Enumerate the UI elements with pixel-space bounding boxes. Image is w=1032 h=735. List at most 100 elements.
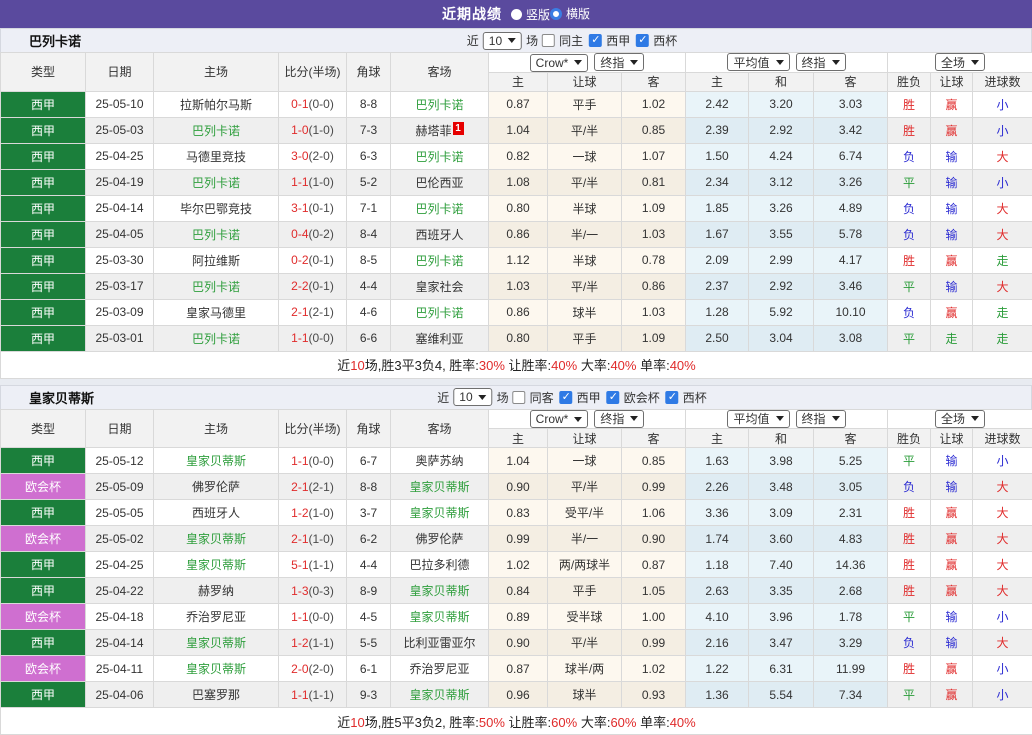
away-team[interactable]: 奥萨苏纳: [391, 448, 489, 474]
away-team[interactable]: 比利亚雷亚尔: [391, 630, 489, 656]
corner-score: 8-8: [347, 474, 391, 500]
away-team[interactable]: 皇家贝蒂斯: [391, 578, 489, 604]
away-team-name: 乔治罗尼亚: [409, 662, 469, 676]
odds-away: 1.02: [622, 656, 686, 682]
filter-checkbox[interactable]: [542, 34, 555, 47]
bookmaker-select[interactable]: Crow*: [530, 410, 589, 428]
home-team[interactable]: 巴塞罗那: [154, 682, 279, 708]
avg-home: 2.34: [686, 169, 749, 195]
away-team[interactable]: 皇家贝蒂斯: [391, 604, 489, 630]
home-team[interactable]: 乔治罗尼亚: [154, 604, 279, 630]
full-match-select[interactable]: 全场: [935, 53, 985, 71]
handicap-line: 平手: [548, 91, 622, 117]
chevron-down-icon: [971, 416, 979, 421]
handicap-line: 半球: [548, 247, 622, 273]
away-team-name: 塞维利亚: [415, 332, 463, 346]
filter-checkbox[interactable]: [513, 391, 526, 404]
away-team[interactable]: 西班牙人: [391, 221, 489, 247]
home-team[interactable]: 佛罗伦萨: [154, 474, 279, 500]
average-select[interactable]: 平均值: [727, 410, 789, 428]
away-team[interactable]: 巴列卡诺: [391, 143, 489, 169]
bookmaker-select[interactable]: Crow*: [530, 54, 589, 72]
home-team[interactable]: 皇家贝蒂斯: [154, 526, 279, 552]
away-team[interactable]: 皇家社会: [391, 273, 489, 299]
corner-score: 5-5: [347, 630, 391, 656]
final-odds-select[interactable]: 终指: [594, 410, 644, 428]
result-goals: 大: [973, 221, 1032, 247]
avg-draw: 3.20: [749, 91, 814, 117]
filter-checkbox[interactable]: [666, 391, 679, 404]
odds-home: 0.80: [489, 325, 548, 351]
home-team[interactable]: 巴列卡诺: [154, 273, 279, 299]
away-team[interactable]: 皇家贝蒂斯: [391, 500, 489, 526]
away-team[interactable]: 巴列卡诺: [391, 91, 489, 117]
result-goals: 大: [973, 526, 1032, 552]
away-team[interactable]: 巴伦西亚: [391, 169, 489, 195]
layout-radio-unselected[interactable]: [511, 9, 522, 20]
result-goals: 小: [973, 604, 1032, 630]
summary-part: 单率:: [636, 715, 669, 730]
result-group-header: 全场: [888, 53, 1032, 73]
match-count-select[interactable]: 10: [453, 388, 492, 406]
away-team[interactable]: 皇家贝蒂斯: [391, 474, 489, 500]
away-team[interactable]: 巴列卡诺: [391, 247, 489, 273]
filter-checkbox[interactable]: [589, 34, 602, 47]
home-team[interactable]: 巴列卡诺: [154, 169, 279, 195]
away-team[interactable]: 巴列卡诺: [391, 299, 489, 325]
away-team[interactable]: 皇家贝蒂斯: [391, 682, 489, 708]
home-team[interactable]: 皇家贝蒂斯: [154, 630, 279, 656]
home-team[interactable]: 皇家马德里: [154, 299, 279, 325]
result-handicap: 输: [931, 143, 973, 169]
away-team[interactable]: 巴列卡诺: [391, 195, 489, 221]
away-team[interactable]: 巴拉多利德: [391, 552, 489, 578]
away-team[interactable]: 佛罗伦萨: [391, 526, 489, 552]
home-team[interactable]: 巴列卡诺: [154, 221, 279, 247]
home-team[interactable]: 马德里竞技: [154, 143, 279, 169]
match-count-select-value: 10: [459, 390, 472, 404]
col-header: 让球: [548, 429, 622, 448]
home-team[interactable]: 毕尔巴鄂竞技: [154, 195, 279, 221]
away-team-name: 巴拉多利德: [409, 558, 469, 572]
result-outcome: 平: [888, 325, 931, 351]
away-team[interactable]: 塞维利亚: [391, 325, 489, 351]
summary-part: 40%: [670, 715, 696, 730]
avg-home: 1.36: [686, 682, 749, 708]
match-count-select[interactable]: 10: [483, 32, 522, 50]
home-team[interactable]: 巴列卡诺: [154, 325, 279, 351]
result-handicap: 输: [931, 474, 973, 500]
filter-checkbox[interactable]: [560, 391, 573, 404]
record-summary: 近10场,胜3平3负4, 胜率:30% 让胜率:40% 大率:40% 单率:40…: [1, 351, 1032, 378]
filter-checkbox[interactable]: [636, 34, 649, 47]
home-team[interactable]: 西班牙人: [154, 500, 279, 526]
final-odds-select-value: 终指: [600, 410, 624, 427]
result-goals: 小: [973, 682, 1032, 708]
avg-away: 3.05: [814, 474, 888, 500]
away-team[interactable]: 赫塔菲1: [391, 117, 489, 143]
full-match-select[interactable]: 全场: [935, 410, 985, 428]
home-team[interactable]: 皇家贝蒂斯: [154, 656, 279, 682]
match-row: 西甲25-04-22赫罗纳1-3(0-3)8-9皇家贝蒂斯0.84平手1.052…: [1, 578, 1032, 604]
home-team[interactable]: 拉斯帕尔马斯: [154, 91, 279, 117]
col-header: 让球: [548, 72, 622, 91]
home-team[interactable]: 皇家贝蒂斯: [154, 552, 279, 578]
average-select[interactable]: 平均值: [727, 53, 789, 71]
final-odds-select[interactable]: 终指: [594, 53, 644, 71]
avg-final-odds-select[interactable]: 终指: [796, 53, 846, 71]
avg-final-odds-select[interactable]: 终指: [796, 410, 846, 428]
summary-row: 近10场,胜5平3负2, 胜率:50% 让胜率:60% 大率:60% 单率:40…: [1, 708, 1032, 735]
filter-checkbox[interactable]: [607, 391, 620, 404]
home-team[interactable]: 赫罗纳: [154, 578, 279, 604]
col-header: 主场: [154, 409, 279, 448]
odds-away: 0.86: [622, 273, 686, 299]
summary-part: 40%: [551, 358, 577, 373]
layout-radio-selected[interactable]: [550, 8, 562, 20]
away-team[interactable]: 乔治罗尼亚: [391, 656, 489, 682]
halftime-score: (2-0): [309, 662, 334, 676]
corner-score: 3-7: [347, 500, 391, 526]
score: 2-1(2-1): [279, 474, 347, 500]
home-team[interactable]: 巴列卡诺: [154, 117, 279, 143]
avg-group-header: 平均值终指: [686, 409, 888, 429]
home-team[interactable]: 皇家贝蒂斯: [154, 448, 279, 474]
match-date: 25-03-17: [86, 273, 154, 299]
home-team[interactable]: 阿拉维斯: [154, 247, 279, 273]
